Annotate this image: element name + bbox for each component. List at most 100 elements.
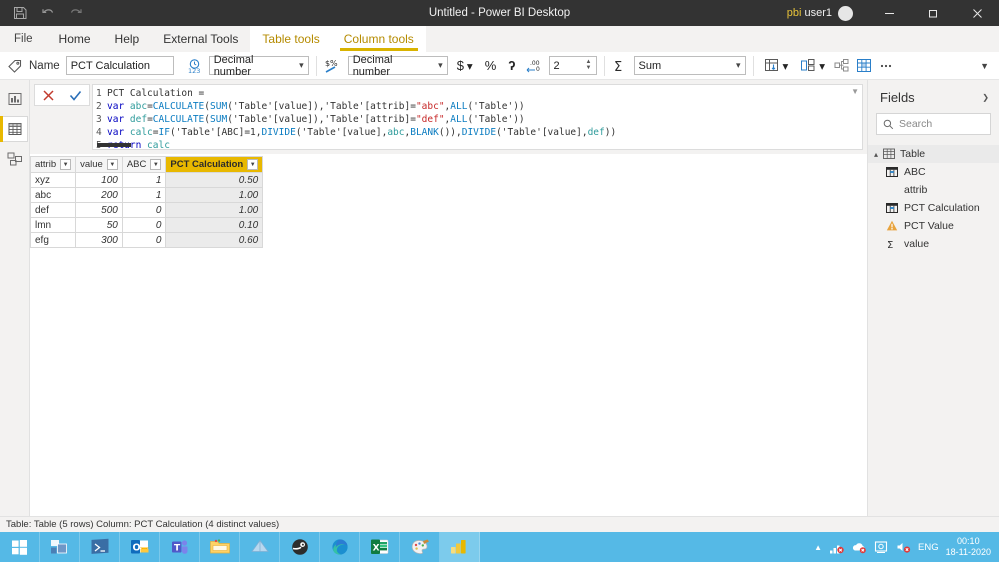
table-cell[interactable]: efg — [29, 232, 77, 248]
chevron-down-icon[interactable]: ▼ — [247, 159, 259, 170]
save-icon[interactable] — [12, 5, 28, 21]
sticky-notes-app[interactable] — [240, 532, 280, 562]
table-cell[interactable]: 1.00 — [165, 202, 264, 218]
excel-app[interactable]: X — [360, 532, 400, 562]
column-header[interactable]: ABC ▼ — [121, 156, 167, 173]
fields-table-node[interactable]: ▴ Table — [868, 145, 999, 163]
redo-icon[interactable] — [68, 5, 84, 21]
tab-external-tools[interactable]: External Tools — [151, 26, 250, 52]
whatsapp-app[interactable] — [280, 532, 320, 562]
table-cell[interactable]: 0 — [121, 217, 167, 233]
format-select[interactable]: Decimal number ▾ — [347, 54, 448, 78]
tray-overflow-button[interactable]: ▲ — [814, 543, 822, 552]
field-item[interactable]: ABC — [868, 163, 999, 181]
network-error-icon[interactable] — [829, 540, 844, 554]
sidebar-item-data-view[interactable] — [0, 116, 28, 142]
teams-app[interactable]: T — [160, 532, 200, 562]
minimize-button[interactable] — [867, 0, 911, 26]
commit-check-icon[interactable] — [69, 89, 82, 102]
table-cell[interactable]: 100 — [75, 172, 123, 188]
table-cell[interactable]: abc — [29, 187, 77, 203]
cancel-x-icon[interactable] — [42, 89, 55, 102]
restore-button[interactable] — [911, 0, 955, 26]
sidebar-item-report-view[interactable] — [2, 86, 28, 112]
clock[interactable]: 00:10 18-11-2020 — [946, 536, 991, 558]
column-header[interactable]: PCT Calculation ▼ — [165, 156, 264, 173]
new-column-icon[interactable] — [856, 58, 872, 73]
tab-table-tools[interactable]: Table tools — [250, 26, 332, 52]
table-row[interactable]: def 500 0 1.00 — [29, 202, 264, 218]
user-account[interactable]: pbi user1 — [787, 5, 853, 21]
formula-code[interactable]: 1 PCT Calculation = 2 var abc=CALCULATE(SUM… — [93, 87, 844, 149]
decimal-places-stepper[interactable]: 2 ▲ ▼ — [548, 56, 597, 75]
table-cell[interactable]: 0.50 — [165, 172, 264, 188]
sidebar-item-model-view[interactable] — [2, 146, 28, 172]
formula-horizontal-scrollbar[interactable] — [97, 143, 131, 147]
start-button[interactable] — [0, 532, 40, 562]
tab-home[interactable]: Home — [47, 26, 103, 52]
undo-icon[interactable] — [40, 5, 56, 21]
file-explorer-app[interactable] — [200, 532, 240, 562]
chevron-down-icon[interactable]: ▼ — [106, 159, 118, 170]
tab-help[interactable]: Help — [103, 26, 152, 52]
table-cell[interactable]: xyz — [29, 172, 77, 188]
power-bi-app[interactable] — [440, 532, 480, 562]
column-header[interactable]: value ▼ — [75, 156, 123, 173]
chevron-up-icon[interactable]: ▴ — [874, 150, 878, 159]
powershell-app[interactable] — [80, 532, 120, 562]
chevron-down-icon[interactable]: ▼ — [60, 159, 72, 170]
settings-icon[interactable] — [874, 540, 889, 554]
data-grid[interactable]: attrib ▼ value ▼ ABC ▼ PCT Calculation ▼ xyz 100… — [29, 156, 264, 248]
table-cell[interactable]: lmn — [29, 217, 77, 233]
field-item[interactable]: attrib — [868, 181, 999, 199]
field-item[interactable]: Σvalue — [868, 235, 999, 253]
tab-column-tools[interactable]: Column tools — [331, 26, 426, 52]
chevron-down-icon[interactable]: ▼ — [851, 87, 859, 96]
formula-editor[interactable]: 1 PCT Calculation = 2 var abc=CALCULATE(SUM… — [92, 84, 863, 150]
language-indicator[interactable]: ENG — [918, 542, 939, 553]
thousands-separator-button[interactable]: ʔ — [505, 56, 518, 75]
volume-muted-icon[interactable] — [896, 540, 911, 554]
column-name-input[interactable]: PCT Calculation — [65, 56, 174, 75]
table-cell[interactable]: 300 — [75, 232, 123, 248]
table-cell[interactable]: 0 — [121, 202, 167, 218]
more-options-icon[interactable] — [878, 58, 894, 73]
field-item[interactable]: PCT Calculation — [868, 199, 999, 217]
chevron-right-icon[interactable]: ❯ — [982, 93, 989, 102]
fields-search-input[interactable]: Search — [899, 118, 932, 130]
stepper-arrows[interactable]: ▲ ▼ — [586, 59, 592, 71]
close-button[interactable] — [955, 0, 999, 26]
table-cell[interactable]: 0.60 — [165, 232, 264, 248]
sort-by-column-button[interactable]: ▾ — [761, 56, 792, 75]
table-cell[interactable]: 1 — [121, 172, 167, 188]
edge-app[interactable] — [320, 532, 360, 562]
summarize-by-select[interactable]: Sum ▾ — [633, 56, 746, 75]
table-cell[interactable]: 0.10 — [165, 217, 264, 233]
onedrive-error-icon[interactable] — [851, 540, 867, 554]
fields-search-box[interactable]: Search — [876, 113, 991, 135]
outlook-app[interactable]: O — [120, 532, 160, 562]
currency-format-button[interactable]: $ ▾ — [454, 56, 476, 75]
table-cell[interactable]: 1 — [121, 187, 167, 203]
decrease-decimals-icon[interactable]: .00 0 — [525, 58, 543, 74]
table-cell[interactable]: 50 — [75, 217, 123, 233]
task-view-button[interactable] — [40, 532, 80, 562]
column-header[interactable]: attrib ▼ — [29, 156, 77, 173]
percent-format-button[interactable]: % — [482, 56, 500, 75]
paint-app[interactable] — [400, 532, 440, 562]
table-row[interactable]: lmn 50 0 0.10 — [29, 217, 264, 233]
field-item[interactable]: PCT Value — [868, 217, 999, 235]
table-cell[interactable]: 500 — [75, 202, 123, 218]
table-row[interactable]: efg 300 0 0.60 — [29, 232, 264, 248]
data-type-select[interactable]: Decimal number ▾ — [208, 54, 309, 78]
collapse-ribbon-button[interactable]: ▼ — [980, 61, 999, 71]
avatar[interactable] — [838, 5, 853, 21]
data-groups-icon[interactable] — [834, 58, 850, 73]
table-row[interactable]: xyz 100 1 0.50 — [29, 172, 264, 188]
table-cell[interactable]: 200 — [75, 187, 123, 203]
tab-file[interactable]: File — [0, 26, 47, 52]
table-row[interactable]: abc 200 1 1.00 — [29, 187, 264, 203]
table-cell[interactable]: 0 — [121, 232, 167, 248]
table-cell[interactable]: 1.00 — [165, 187, 264, 203]
chevron-down-icon[interactable]: ▼ — [150, 159, 162, 170]
